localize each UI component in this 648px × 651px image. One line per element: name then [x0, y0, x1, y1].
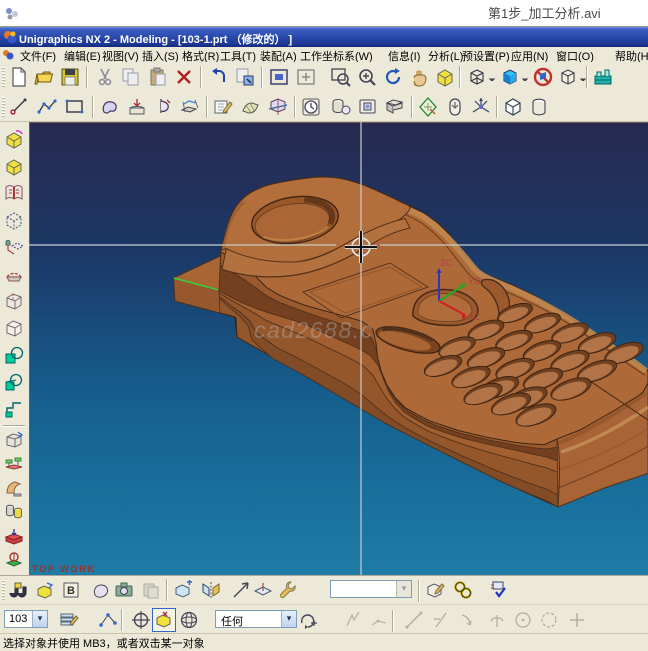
svg-text:ZC: ZC	[440, 258, 452, 268]
svg-text:XC: XC	[468, 312, 481, 322]
svg-text:YC: YC	[468, 276, 481, 286]
svg-text:TOP WORK: TOP WORK	[32, 564, 96, 575]
svg-text:cad2688.c: cad2688.c	[254, 317, 374, 343]
svg-text:B: B	[67, 585, 75, 597]
